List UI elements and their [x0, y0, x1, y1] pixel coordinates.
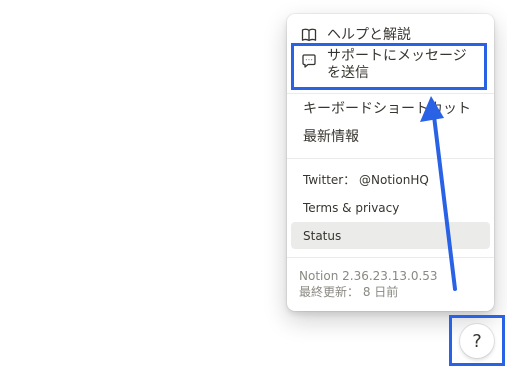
question-mark-icon: ?	[472, 330, 482, 352]
twitter-item[interactable]: Twitter： @NotionHQ	[291, 166, 490, 193]
version-text: Notion 2.36.23.13.0.53	[299, 269, 438, 283]
terms-privacy-item[interactable]: Terms & privacy	[291, 194, 490, 221]
whats-new-item[interactable]: 最新情報	[287, 124, 494, 150]
twitter-label: Twitter： @NotionHQ	[303, 173, 429, 187]
menu-divider	[287, 158, 494, 159]
shortcuts-label: キーボードショートカット	[303, 100, 471, 117]
help-button[interactable]: ?	[460, 324, 494, 358]
version-info: Notion 2.36.23.13.0.53 最終更新： 8 日前	[299, 268, 438, 300]
help-menu: ヘルプと解説 サポートにメッセージを送信 キーボードショートカット 最新情報 T…	[287, 14, 494, 311]
help-and-documentation-item[interactable]: ヘルプと解説	[287, 24, 494, 46]
screen: ヘルプと解説 サポートにメッセージを送信 キーボードショートカット 最新情報 T…	[0, 0, 507, 368]
status-label: Status	[303, 228, 342, 243]
keyboard-shortcuts-item[interactable]: キーボードショートカット	[287, 96, 494, 122]
send-message-to-support-item[interactable]: サポートにメッセージを送信	[287, 45, 494, 87]
status-item[interactable]: Status	[291, 222, 490, 249]
chat-bubble-icon	[302, 54, 316, 68]
whats-new-label: 最新情報	[303, 128, 359, 145]
help-label: ヘルプと解説	[327, 26, 411, 43]
menu-divider	[287, 257, 494, 258]
last-updated-text: 最終更新： 8 日前	[299, 285, 399, 299]
terms-label: Terms & privacy	[303, 200, 400, 215]
menu-divider	[287, 93, 494, 94]
contact-support-label: サポートにメッセージを送信	[327, 48, 467, 81]
book-icon	[301, 28, 317, 42]
